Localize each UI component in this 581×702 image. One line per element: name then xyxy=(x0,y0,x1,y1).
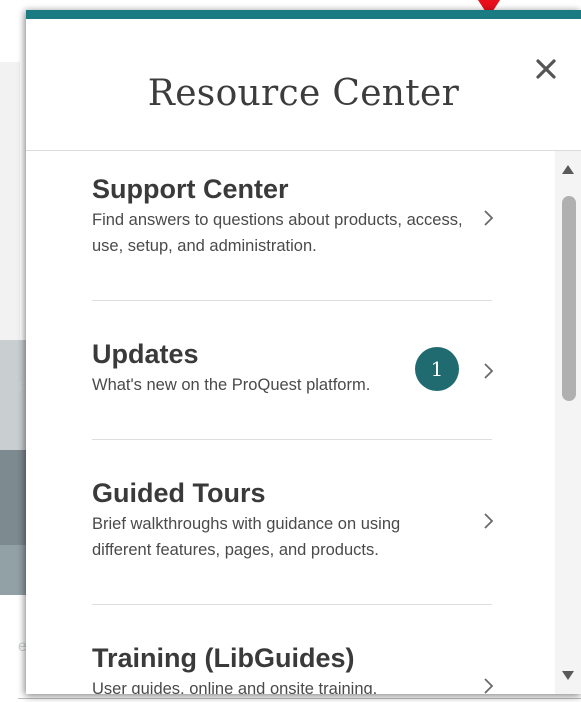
item-title: Guided Tours xyxy=(92,478,266,508)
resource-list: Support Center Find answers to questions… xyxy=(26,151,555,694)
list-divider xyxy=(92,604,492,605)
scroll-down-arrow-icon[interactable] xyxy=(562,671,574,680)
background-divider xyxy=(18,698,581,699)
item-title: Training (LibGuides) xyxy=(92,643,355,673)
list-item-training-libguides[interactable]: Training (LibGuides) User guides, online… xyxy=(92,642,492,694)
item-description: What's new on the ProQuest platform. xyxy=(92,376,371,394)
close-button[interactable] xyxy=(530,53,562,85)
item-description: Brief walkthroughs with guidance on usin… xyxy=(92,515,401,559)
close-icon xyxy=(536,59,556,79)
chevron-right-icon[interactable] xyxy=(483,677,497,694)
list-item-support-center[interactable]: Support Center Find answers to questions… xyxy=(92,173,492,259)
background-band xyxy=(0,450,26,545)
vertical-scrollbar[interactable] xyxy=(555,151,581,694)
chevron-right-icon[interactable] xyxy=(483,512,497,530)
list-item-guided-tours[interactable]: Guided Tours Brief walkthroughs with gui… xyxy=(92,477,492,563)
scrollbar-thumb[interactable] xyxy=(562,196,576,401)
list-divider xyxy=(92,300,492,301)
scroll-up-arrow-icon[interactable] xyxy=(562,165,574,174)
item-title: Support Center xyxy=(92,174,289,204)
item-description: Find answers to questions about products… xyxy=(92,211,463,255)
resource-center-panel: Resource Center Support Center Find answ… xyxy=(26,10,581,694)
list-divider xyxy=(92,439,492,440)
panel-accent-bar xyxy=(26,10,581,19)
panel-header: Resource Center xyxy=(26,19,581,151)
notification-badge: 1 xyxy=(415,347,459,391)
item-description: User guides, online and onsite training, xyxy=(92,680,378,694)
background-band xyxy=(0,545,26,595)
chevron-right-icon[interactable] xyxy=(483,209,497,227)
panel-title: Resource Center xyxy=(147,73,460,114)
chevron-right-icon[interactable] xyxy=(483,362,497,380)
